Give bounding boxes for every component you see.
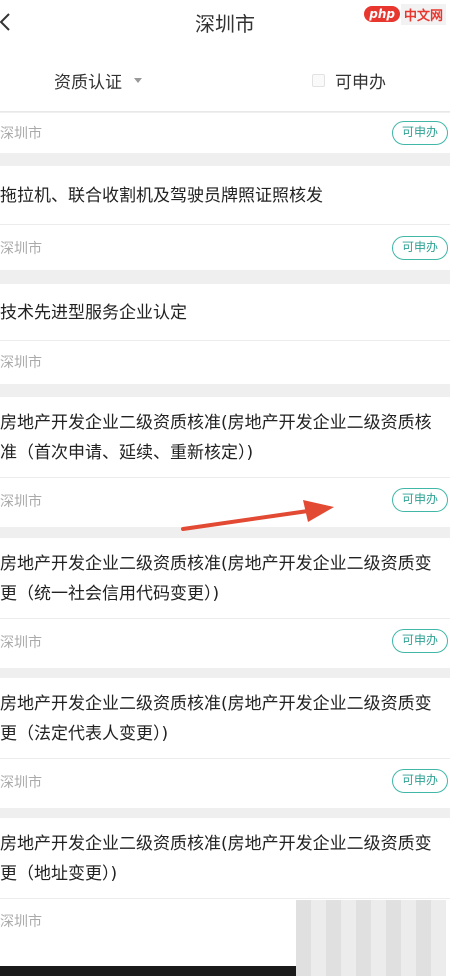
watermark-site: 中文网 [400,3,446,25]
available-badge: 可申办 [392,236,448,260]
card-city: 深圳市 [0,494,42,510]
card-title: 技术先进型服务企业认定 [0,303,187,323]
card-divider [0,618,450,619]
card-city: 深圳市 [0,126,42,142]
service-card[interactable]: 房地产开发企业二级资质核准(房地产开发企业二级资质变更（法定代表人变更）) 深圳… [0,678,450,808]
available-badge: 可申办 [392,121,448,145]
card-divider [0,224,450,225]
card-divider [0,340,450,341]
category-dropdown[interactable]: 资质认证 [54,68,142,93]
card-city: 深圳市 [0,914,42,930]
available-label: 可申办 [335,73,386,93]
card-title: 房地产开发企业二级资质核准(房地产开发企业二级资质变更（统一社会信用代码变更）) [0,554,432,604]
service-card[interactable]: 拖拉机、联合收割机及驾驶员牌照证照核发 深圳市 可申办 [0,166,450,270]
pixelated-region [296,900,446,976]
available-checkbox[interactable] [312,74,325,87]
service-card[interactable]: 技术先进型服务企业认定 深圳市 [0,284,450,384]
service-card[interactable]: 深圳市 可申办 [0,113,450,153]
filter-bar: 资质认证 可申办 [0,46,450,112]
bottom-bar [0,966,296,976]
card-city: 深圳市 [0,775,42,791]
card-divider [0,477,450,478]
available-filter[interactable]: 可申办 [312,68,386,93]
watermark-php: php [364,6,400,22]
card-city: 深圳市 [0,355,42,371]
category-label: 资质认证 [54,73,122,93]
watermark-logo: php 中文网 [364,3,446,25]
card-divider [0,898,450,899]
available-badge: 可申办 [392,629,448,653]
available-badge: 可申办 [392,488,448,512]
service-card[interactable]: 房地产开发企业二级资质核准(房地产开发企业二级资质核准（首次申请、延续、重新核定… [0,397,450,527]
card-title: 房地产开发企业二级资质核准(房地产开发企业二级资质核准（首次申请、延续、重新核定… [0,413,432,463]
available-badge: 可申办 [392,769,448,793]
caret-down-icon [134,78,142,83]
card-city: 深圳市 [0,241,42,257]
card-title: 房地产开发企业二级资质核准(房地产开发企业二级资质变更（法定代表人变更）) [0,694,432,744]
card-title: 房地产开发企业二级资质核准(房地产开发企业二级资质变更（地址变更）) [0,834,432,884]
card-city: 深圳市 [0,635,42,651]
card-divider [0,758,450,759]
card-title: 拖拉机、联合收割机及驾驶员牌照证照核发 [0,186,323,206]
header-bar: 深圳市 php 中文网 [0,0,450,46]
service-card[interactable]: 房地产开发企业二级资质核准(房地产开发企业二级资质变更（统一社会信用代码变更）)… [0,538,450,668]
